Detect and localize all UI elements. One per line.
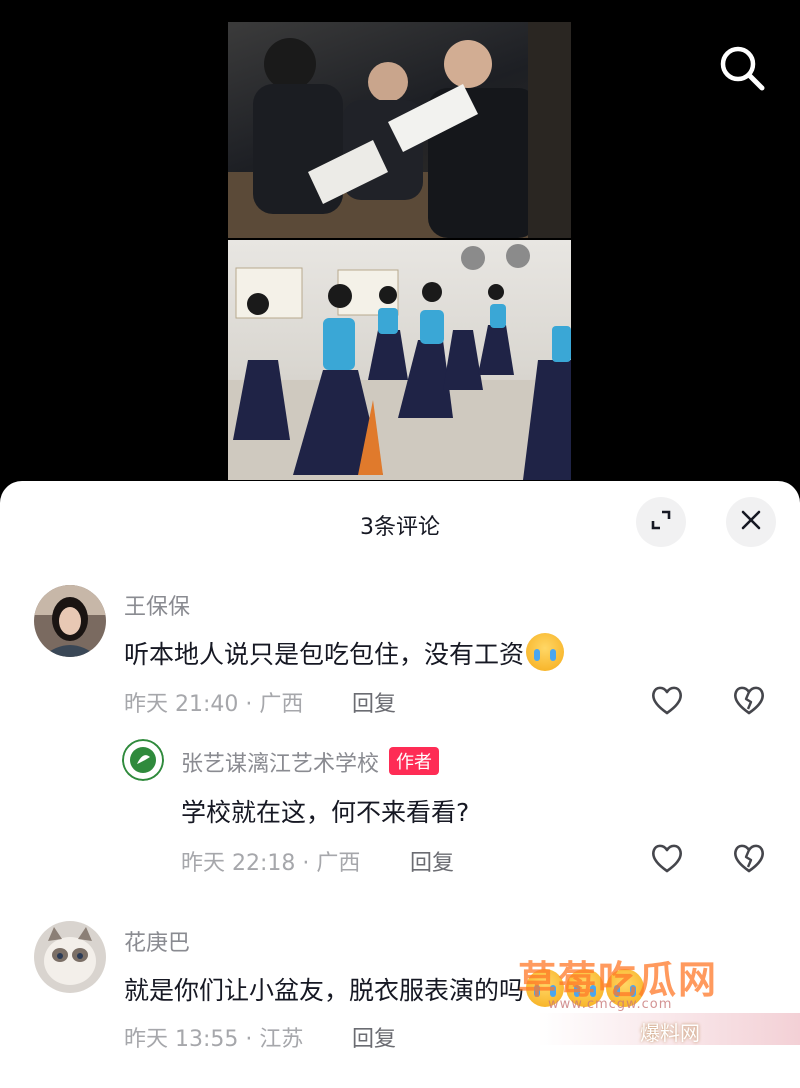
dislike-button[interactable] [731,682,767,718]
search-icon [716,46,768,98]
watermark-text: 草莓吃瓜网 [518,958,719,1002]
reply-button[interactable]: 回复 [410,845,454,877]
like-button[interactable] [649,840,685,876]
author-badge: 作者 [389,747,440,775]
reply-text: 学校就在这，何不来看看? [181,798,470,827]
heart-icon [649,844,685,880]
comments-panel: 3条评论 王保保 听本地人说只是包吃包住，没有工资 昨天 21:40 · 广西 … [0,481,800,1088]
reply-button[interactable]: 回复 [352,1021,396,1053]
video-player[interactable] [0,0,800,500]
reply-button[interactable]: 回复 [352,686,396,718]
heart-icon [649,686,685,722]
video-frame-classroom [228,22,571,238]
comment-username[interactable]: 花庚巴 [124,925,190,957]
reply-username[interactable]: 张艺谋漓江艺术学校 作者 [181,746,440,778]
close-button[interactable] [726,497,776,547]
comment-meta: 昨天 21:40 · 广西 [124,692,304,717]
close-icon [739,508,763,536]
avatar[interactable] [34,585,106,657]
comment-meta: 昨天 13:55 · 江苏 [124,1027,304,1052]
search-button[interactable] [716,42,768,94]
crying-emoji-icon [526,633,565,671]
comment-username[interactable]: 王保保 [124,589,190,621]
watermark-secondary: 爆料网 [640,1021,700,1045]
broken-heart-icon [731,686,767,722]
expand-button[interactable] [636,497,686,547]
author-avatar[interactable] [122,739,164,781]
comment-text: 听本地人说只是包吃包住，没有工资 [124,633,565,671]
reply-meta: 昨天 22:18 · 广西 [181,851,361,876]
watermark-url: www.cmcgw.com [548,997,673,1012]
video-frame-dance-studio [228,240,571,480]
avatar[interactable] [34,921,106,993]
expand-icon [649,508,673,536]
broken-heart-icon [731,844,767,880]
like-button[interactable] [649,682,685,718]
dislike-button[interactable] [731,840,767,876]
